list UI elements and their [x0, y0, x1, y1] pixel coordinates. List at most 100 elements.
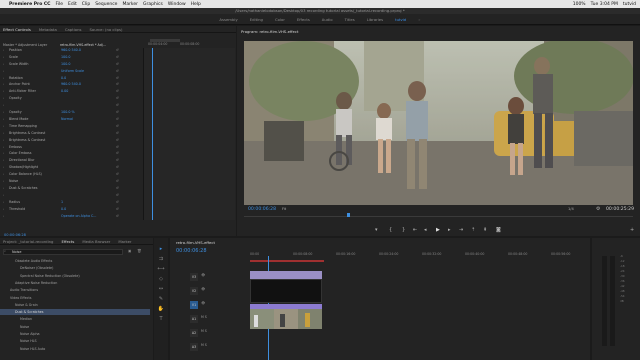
razor-icon[interactable]: ◇	[156, 276, 166, 284]
new-bin-icon[interactable]: ▣	[128, 249, 131, 253]
effect-row[interactable]: › Operate on Alpha C... ↺	[0, 214, 140, 219]
expand-triangle-icon[interactable]: ›	[3, 55, 4, 60]
reset-icon[interactable]: ↺	[116, 165, 119, 170]
effect-row[interactable]: › Brightness & Contrast ↺	[0, 138, 140, 143]
go-to-in-icon[interactable]: ⇤	[413, 227, 417, 233]
tab-effects[interactable]: Effects	[61, 239, 74, 244]
effect-row[interactable]: › ↺	[0, 193, 140, 198]
expand-triangle-icon[interactable]: ›	[3, 82, 4, 87]
expand-triangle-icon[interactable]: ›	[3, 214, 4, 219]
effects-list-item[interactable]: Noise	[5, 324, 29, 330]
effect-row-value[interactable]: 100.0	[61, 55, 70, 60]
ec-playhead[interactable]	[152, 48, 153, 220]
reset-icon[interactable]: ↺	[116, 179, 119, 184]
effects-list-item[interactable]: Adaptive Noise Reduction	[5, 280, 57, 286]
expand-triangle-icon[interactable]: ›	[3, 193, 4, 198]
effect-row[interactable]: › Radius 1 ↺	[0, 200, 140, 205]
reset-icon[interactable]: ↺	[116, 124, 119, 129]
go-to-out-icon[interactable]: ⇥	[459, 227, 463, 233]
selection-tool-icon[interactable]: ▸	[156, 246, 166, 254]
track-target-a3[interactable]: A3	[190, 343, 198, 351]
effects-list-item[interactable]: Noise HLS Auto	[5, 346, 45, 352]
reset-icon[interactable]: ↺	[116, 207, 119, 212]
tab-media-browser[interactable]: Media Browser	[82, 239, 110, 244]
expand-triangle-icon[interactable]: ›	[3, 131, 4, 136]
expand-triangle-icon[interactable]: ›	[3, 186, 4, 191]
expand-triangle-icon[interactable]: ›	[3, 89, 4, 94]
menu-edit[interactable]: Edit	[68, 2, 77, 7]
expand-triangle-icon[interactable]: ›	[3, 103, 4, 108]
reset-icon[interactable]: ↺	[116, 103, 119, 108]
menu-sequence[interactable]: Sequence	[95, 2, 117, 7]
tab-project[interactable]: Project: _tutorial-recording	[3, 239, 53, 244]
reset-icon[interactable]: ↺	[116, 193, 119, 198]
reset-icon[interactable]: ↺	[116, 69, 119, 74]
effects-list-item[interactable]: DeNoiser (Obsolete)	[5, 265, 53, 271]
effect-row-value[interactable]: 0.0	[61, 76, 66, 81]
effects-list-item[interactable]: Video Effects	[5, 295, 32, 301]
expand-triangle-icon[interactable]: ›	[3, 96, 4, 101]
effect-row-value[interactable]: Normal	[61, 117, 73, 122]
menu-marker[interactable]: Marker	[122, 2, 138, 7]
add-marker-icon[interactable]: ▾	[375, 227, 378, 233]
menu-help[interactable]: Help	[191, 2, 201, 7]
effect-row[interactable]: › Scale Width 100.0 ↺	[0, 62, 140, 67]
workspace-editing[interactable]: Editing	[250, 17, 263, 22]
expand-triangle-icon[interactable]: ›	[3, 69, 4, 74]
workspace-overflow-icon[interactable]: »	[418, 17, 420, 22]
expand-triangle-icon[interactable]: ›	[3, 138, 4, 143]
reset-icon[interactable]: ↺	[116, 110, 119, 115]
effect-row[interactable]: › Noise ↺	[0, 179, 140, 184]
eye-icon[interactable]: 👁	[201, 287, 205, 291]
step-back-icon[interactable]: ◂	[424, 227, 427, 233]
workspace-color[interactable]: Color	[275, 17, 285, 22]
expand-triangle-icon[interactable]: ›	[3, 172, 4, 177]
effect-row[interactable]: › Color Balance (HLS) ↺	[0, 172, 140, 177]
video-clip-thumbnails[interactable]	[250, 309, 322, 329]
reset-icon[interactable]: ↺	[116, 62, 119, 67]
reset-icon[interactable]: ↺	[116, 82, 119, 87]
effects-list-item[interactable]: Median	[5, 316, 32, 322]
effect-row[interactable]: › Dust & Scratches ↺	[0, 186, 140, 191]
play-icon[interactable]: ▶	[436, 227, 440, 233]
tab-captions[interactable]: Captions	[65, 27, 82, 32]
mute-solo-icon[interactable]: M S	[201, 329, 207, 333]
add-button-icon[interactable]: +	[630, 227, 634, 233]
reset-icon[interactable]: ↺	[116, 117, 119, 122]
reset-icon[interactable]: ↺	[116, 172, 119, 177]
effect-row[interactable]: › Threshold 0.0 ↺	[0, 207, 140, 212]
expand-triangle-icon[interactable]: ›	[3, 179, 4, 184]
program-fit-select[interactable]: Fit	[282, 207, 286, 211]
selected-clip-label[interactable]: retro-film-VHS-effect * Adj...	[60, 43, 106, 47]
effect-row[interactable]: › Opacity 100.0 % ↺	[0, 110, 140, 115]
effect-row[interactable]: › Brightness & Contrast ↺	[0, 131, 140, 136]
effect-row[interactable]: › Emboss ↺	[0, 145, 140, 150]
tab-marker[interactable]: Marker	[118, 239, 131, 244]
expand-triangle-icon[interactable]: ›	[3, 76, 4, 81]
effect-row[interactable]: › Position 960.0 540.0 ↺	[0, 48, 140, 53]
mark-in-icon[interactable]: {	[389, 227, 392, 233]
ec-timecode[interactable]: 00:00:06:28	[4, 233, 26, 237]
expand-triangle-icon[interactable]: ›	[3, 145, 4, 150]
effect-row[interactable]: › Uniform Scale ↺	[0, 69, 140, 74]
effect-row[interactable]: › Anchor Point 960.0 540.0 ↺	[0, 82, 140, 88]
ripple-edit-icon[interactable]: ⟷	[156, 266, 166, 274]
effect-row[interactable]: › Opacity ↺	[0, 96, 140, 101]
ec-ruler-range[interactable]	[150, 39, 180, 42]
track-select-icon[interactable]: ⇉	[156, 256, 166, 264]
program-timecode-current[interactable]: 00:00:06:28	[248, 207, 276, 212]
track-target-a1[interactable]: A1	[190, 315, 198, 323]
effect-row-value[interactable]: 960.0 540.0	[61, 82, 81, 87]
effect-row[interactable]: › ↺	[0, 103, 140, 108]
adjustment-layer-body[interactable]	[250, 279, 322, 303]
effect-row-value[interactable]: 100.0	[61, 62, 70, 67]
user-name[interactable]: tutvid	[623, 2, 636, 7]
expand-triangle-icon[interactable]: ›	[3, 110, 4, 115]
track-target-a2[interactable]: A2	[190, 329, 198, 337]
effect-row[interactable]: › Shadow/Highlight ↺	[0, 165, 140, 170]
effect-row-value[interactable]: 960.0 540.0	[61, 48, 81, 53]
reset-icon[interactable]: ↺	[116, 214, 119, 219]
effect-row[interactable]: › Blend Mode Normal ↺	[0, 117, 140, 122]
expand-triangle-icon[interactable]: ›	[3, 117, 4, 122]
effects-list-item[interactable]: Noise Alpha	[5, 331, 40, 337]
